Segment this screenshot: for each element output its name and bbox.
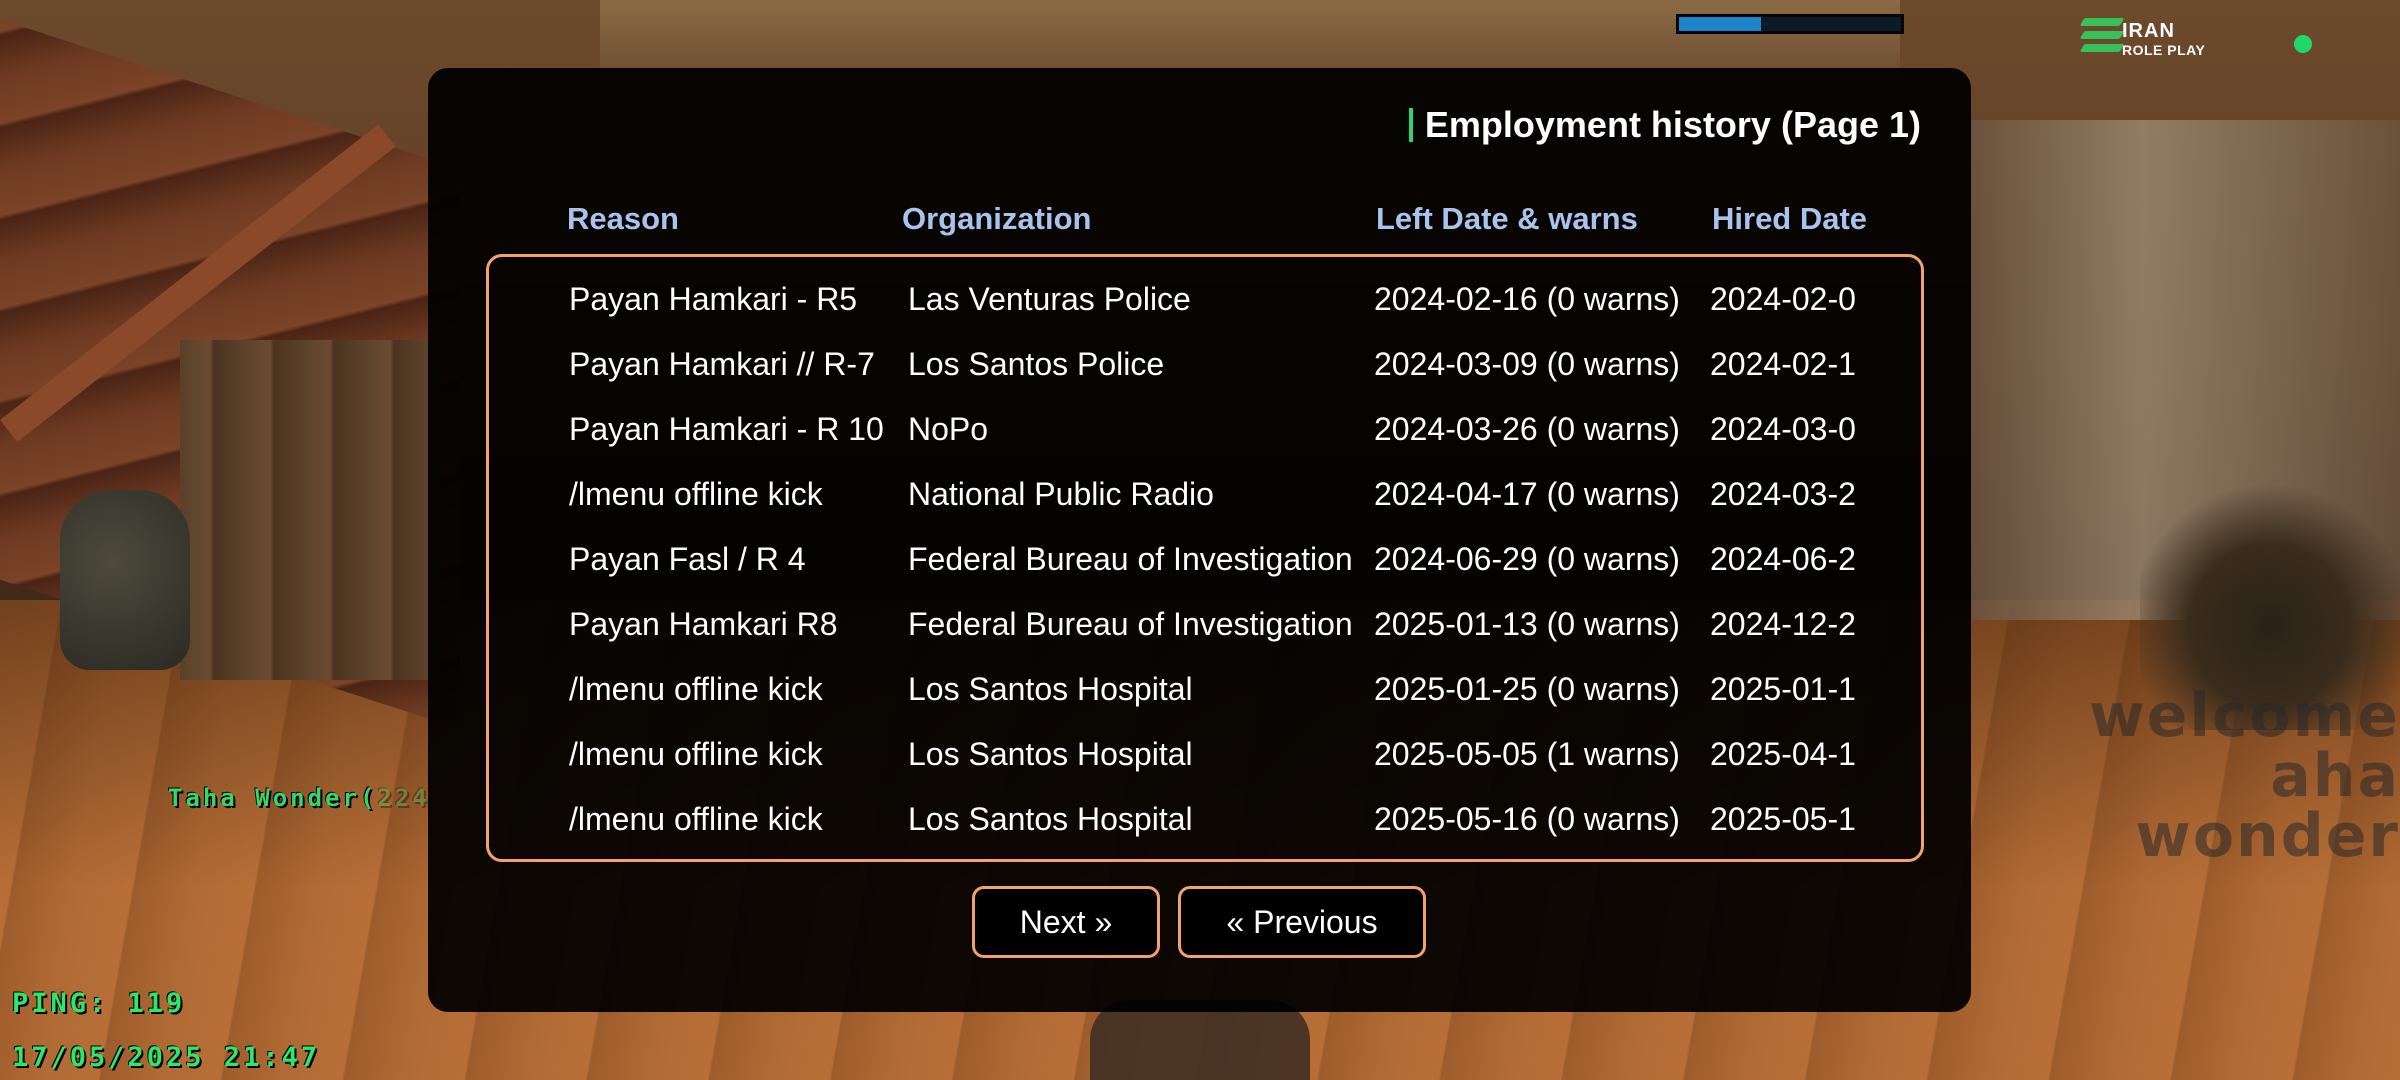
ping-readout: PING: 119 — [12, 988, 186, 1019]
table-row[interactable]: /lmenu offline kick National Public Radio… — [489, 462, 1889, 527]
cell-hired-date: 2024-02-0 — [1710, 281, 1856, 317]
scene-cabinet — [180, 340, 440, 680]
logo-text-line2: ROLE PLAY — [2122, 42, 2206, 58]
table-row[interactable]: Payan Hamkari R8 Federal Bureau of Invest… — [489, 592, 1889, 657]
column-header-hired-date: Hired Date — [1712, 201, 1868, 236]
player-id: 224 — [377, 784, 430, 812]
cell-left-date: 2024-03-09 (0 warns) — [1374, 346, 1680, 382]
datetime-readout: 17/05/2025 21:47 — [12, 1042, 321, 1073]
cell-hired-date: 2025-04-1 — [1710, 736, 1856, 772]
cell-left-date: 2024-02-16 (0 warns) — [1374, 281, 1680, 317]
table-row[interactable]: Payan Hamkari - R5 Las Venturas Police 202… — [489, 267, 1889, 332]
cell-reason: /lmenu offline kick — [569, 476, 823, 512]
table-row[interactable]: /lmenu offline kick Los Santos Hospital 20… — [489, 722, 1889, 787]
cell-hired-date: 2024-12-2 — [1710, 606, 1856, 642]
cell-organization: Federal Bureau of Investigation — [908, 606, 1353, 642]
cell-hired-date: 2025-05-1 — [1710, 801, 1856, 837]
health-bar — [1676, 14, 1904, 34]
player-name-tag: Taha Wonder(224 — [168, 784, 430, 812]
cell-reason: Payan Hamkari - R5 — [569, 281, 858, 317]
welcome-overlay: welcome aha wonder — [2060, 686, 2400, 866]
cell-left-date: 2024-06-29 (0 warns) — [1374, 541, 1680, 577]
cell-reason: /lmenu offline kick — [569, 801, 823, 837]
connection-status-icon — [2294, 35, 2312, 53]
welcome-line-2: aha wonder — [2135, 741, 2400, 871]
cell-hired-date: 2024-06-2 — [1710, 541, 1856, 577]
cell-reason: Payan Fasl / R 4 — [569, 541, 806, 577]
table-scrollbar[interactable] — [1923, 374, 1924, 829]
table-row[interactable]: Payan Fasl / R 4 Federal Bureau of Invest… — [489, 527, 1889, 592]
cell-organization: Los Santos Police — [908, 346, 1165, 382]
player-name: Taha Wonder( — [168, 784, 378, 812]
cell-hired-date: 2024-03-0 — [1710, 411, 1856, 447]
scene-vase — [60, 490, 190, 670]
next-page-button[interactable]: Next » — [972, 886, 1160, 958]
table-row[interactable]: Payan Hamkari - R 10 NoPo 2024-03-26 (0 wa… — [489, 397, 1889, 462]
cell-left-date: 2025-01-25 (0 warns) — [1374, 671, 1680, 707]
cell-left-date: 2025-05-05 (1 warns) — [1374, 736, 1680, 772]
table-row[interactable]: /lmenu offline kick Los Santos Hospital 20… — [489, 787, 1889, 852]
cell-hired-date: 2025-01-1 — [1710, 671, 1856, 707]
cell-reason: Payan Hamkari // R-7 — [569, 346, 875, 382]
cell-organization: NoPo — [908, 411, 989, 447]
player-character — [1090, 1000, 1310, 1080]
welcome-line-1: welcome — [2089, 681, 2400, 751]
cell-hired-date: 2024-02-1 — [1710, 346, 1856, 382]
cell-organization: Los Santos Hospital — [908, 671, 1193, 707]
cell-organization: Los Santos Hospital — [908, 801, 1193, 837]
title-accent-bar — [1408, 108, 1413, 142]
employment-history-dialog: Employment history (Page 1) Reason Organ… — [428, 68, 1971, 1012]
cell-reason: Payan Hamkari R8 — [569, 606, 838, 642]
logo-text-line1: IRAN — [2122, 20, 2175, 42]
table-row[interactable]: Payan Hamkari // R-7 Los Santos Police 202… — [489, 332, 1889, 397]
cell-left-date: 2025-01-13 (0 warns) — [1374, 606, 1680, 642]
health-bar-fill — [1679, 17, 1762, 31]
cell-hired-date: 2024-03-2 — [1710, 476, 1856, 512]
column-header-left-date: Left Date & warns — [1376, 201, 1638, 236]
cell-organization: Federal Bureau of Investigation — [908, 541, 1353, 577]
history-table[interactable]: Payan Hamkari - R5 Las Venturas Police 202… — [486, 254, 1924, 862]
cell-reason: /lmenu offline kick — [569, 736, 823, 772]
dialog-title: Employment history (Page 1) — [1408, 104, 1921, 146]
dialog-title-text: Employment history (Page 1) — [1424, 104, 1921, 145]
cell-reason: /lmenu offline kick — [569, 671, 823, 707]
previous-page-button[interactable]: « Previous — [1178, 886, 1426, 958]
cell-reason: Payan Hamkari - R 10 — [569, 411, 884, 447]
logo-stripes-icon — [2079, 18, 2125, 56]
cell-left-date: 2024-03-26 (0 warns) — [1374, 411, 1680, 447]
table-row[interactable]: /lmenu offline kick Los Santos Hospital 20… — [489, 657, 1889, 722]
cell-organization: National Public Radio — [908, 476, 1214, 512]
cell-left-date: 2024-04-17 (0 warns) — [1374, 476, 1680, 512]
server-logo: IRAN ROLE PLAY — [2079, 14, 2222, 64]
cell-left-date: 2025-05-16 (0 warns) — [1374, 801, 1680, 837]
column-header-reason: Reason — [567, 201, 679, 236]
cell-organization: Los Santos Hospital — [908, 736, 1193, 772]
column-header-organization: Organization — [902, 201, 1092, 236]
cell-organization: Las Venturas Police — [908, 281, 1191, 317]
